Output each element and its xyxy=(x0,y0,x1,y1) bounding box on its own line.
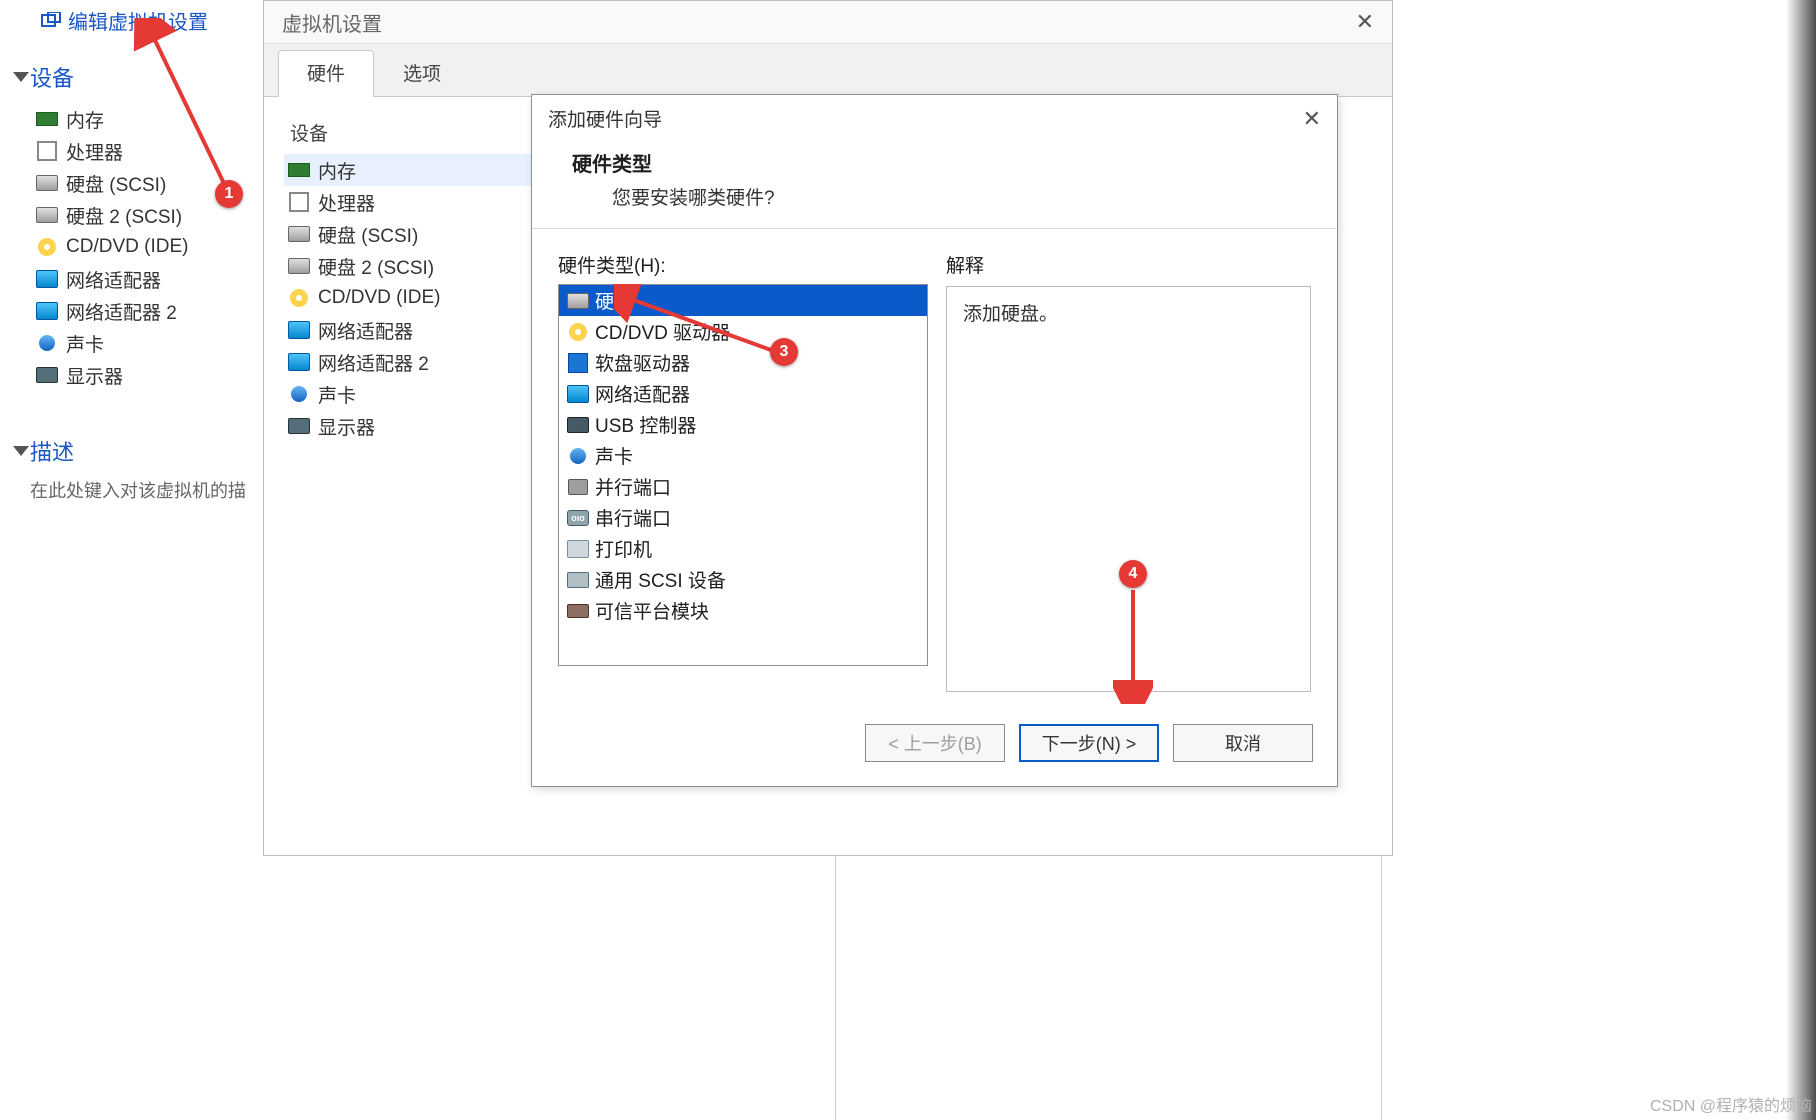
printer-icon xyxy=(567,540,589,558)
hdd-icon xyxy=(36,206,58,224)
display-icon xyxy=(288,417,310,435)
description-placeholder[interactable]: 在此处键入对该虚拟机的描 xyxy=(30,477,262,503)
network-icon xyxy=(288,353,310,371)
device-item-cddvd[interactable]: CD/DVD (IDE) xyxy=(36,231,262,263)
explanation-label: 解释 xyxy=(946,251,1311,278)
right-edge-shadow xyxy=(1786,0,1816,1120)
hdd-icon xyxy=(567,292,589,310)
wizard-titlebar: 添加硬件向导 ✕ xyxy=(532,95,1337,142)
memory-icon xyxy=(288,161,310,179)
tpm-icon xyxy=(567,602,589,620)
network-icon xyxy=(36,270,58,288)
cancel-button[interactable]: 取消 xyxy=(1173,724,1313,762)
floppy-icon xyxy=(567,354,589,372)
watermark-text: CSDN @程序猿的烦恼 xyxy=(1650,1092,1812,1116)
close-icon[interactable]: ✕ xyxy=(1303,106,1321,132)
edit-settings-icon xyxy=(40,12,62,30)
hw-item-sound[interactable]: 声卡 xyxy=(559,440,927,471)
cd-icon xyxy=(288,289,310,307)
vm-settings-titlebar: 虚拟机设置 ✕ xyxy=(264,1,1392,44)
description-section-header[interactable]: 描述 xyxy=(16,435,262,467)
close-icon[interactable]: ✕ xyxy=(1356,9,1374,35)
hw-item-network[interactable]: 网络适配器 xyxy=(559,378,927,409)
device-item-sound[interactable]: 声卡 xyxy=(36,327,262,359)
devices-section-header[interactable]: 设备 xyxy=(16,61,262,93)
edit-vm-settings-link[interactable]: 编辑虚拟机设置 xyxy=(40,6,262,35)
device-item-net2[interactable]: 网络适配器 2 xyxy=(36,295,262,327)
network-icon xyxy=(36,302,58,320)
device-item-cpu[interactable]: 处理器 xyxy=(36,135,262,167)
hw-item-printer[interactable]: 打印机 xyxy=(559,533,927,564)
hw-item-harddisk[interactable]: 硬盘 xyxy=(559,285,927,316)
cpu-icon xyxy=(36,142,58,160)
cpu-icon xyxy=(288,193,310,211)
hw-item-scsi[interactable]: 通用 SCSI 设备 xyxy=(559,564,927,595)
tab-options[interactable]: 选项 xyxy=(374,50,470,96)
device-item-memory[interactable]: 内存 xyxy=(36,103,262,135)
collapse-icon xyxy=(13,72,29,82)
annotation-marker-3: 3 xyxy=(770,338,798,366)
network-icon xyxy=(288,321,310,339)
device-item-net1[interactable]: 网络适配器 xyxy=(36,263,262,295)
hw-item-tpm[interactable]: 可信平台模块 xyxy=(559,595,927,626)
cd-icon xyxy=(36,238,58,256)
hw-item-parallel[interactable]: 并行端口 xyxy=(559,471,927,502)
explanation-box: 添加硬盘。 xyxy=(946,286,1311,692)
tab-hardware[interactable]: 硬件 xyxy=(278,50,374,97)
sound-icon xyxy=(567,447,589,465)
edit-vm-settings-label: 编辑虚拟机设置 xyxy=(68,6,208,35)
hw-item-floppy[interactable]: 软盘驱动器 xyxy=(559,347,927,378)
serial-port-icon: oıo xyxy=(567,509,589,527)
explanation-text: 添加硬盘。 xyxy=(963,304,1058,325)
wizard-button-row: < 上一步(B) 下一步(N) > 取消 xyxy=(532,704,1337,786)
collapse-icon xyxy=(13,446,29,456)
hardware-type-listbox[interactable]: 硬盘 CD/DVD 驱动器 软盘驱动器 网络适配器 USB 控制器 声卡 并行端… xyxy=(558,284,928,666)
hardware-type-label: 硬件类型(H): xyxy=(558,251,928,278)
devices-list: 内存 处理器 硬盘 (SCSI) 硬盘 2 (SCSI) CD/DVD (IDE… xyxy=(36,103,262,391)
annotation-marker-4: 4 xyxy=(1119,560,1147,588)
vm-summary-panel: 编辑虚拟机设置 设备 内存 处理器 硬盘 (SCSI) 硬盘 2 (SCSI) … xyxy=(0,0,262,1120)
annotation-marker-1: 1 xyxy=(215,180,243,208)
hw-item-cddvd[interactable]: CD/DVD 驱动器 xyxy=(559,316,927,347)
back-button: < 上一步(B) xyxy=(865,724,1005,762)
sound-icon xyxy=(36,334,58,352)
hw-item-serial[interactable]: oıo串行端口 xyxy=(559,502,927,533)
wizard-banner-title: 硬件类型 xyxy=(572,148,1297,177)
device-item-display[interactable]: 显示器 xyxy=(36,359,262,391)
next-button[interactable]: 下一步(N) > xyxy=(1019,724,1159,762)
parallel-port-icon xyxy=(567,478,589,496)
sound-icon xyxy=(288,385,310,403)
wizard-banner-subtitle: 您要安装哪类硬件? xyxy=(612,183,1297,210)
usb-icon xyxy=(567,416,589,434)
wizard-banner: 硬件类型 您要安装哪类硬件? xyxy=(532,142,1337,229)
memory-icon xyxy=(36,110,58,128)
settings-tabs: 硬件 选项 xyxy=(264,44,1392,97)
scsi-icon xyxy=(567,571,589,589)
add-hardware-wizard-dialog: 添加硬件向导 ✕ 硬件类型 您要安装哪类硬件? 硬件类型(H): 硬盘 CD/D… xyxy=(531,94,1338,787)
cd-icon xyxy=(567,323,589,341)
hdd-icon xyxy=(288,225,310,243)
hdd-icon xyxy=(288,257,310,275)
display-icon xyxy=(36,366,58,384)
hdd-icon xyxy=(36,174,58,192)
network-icon xyxy=(567,385,589,403)
hw-item-usb[interactable]: USB 控制器 xyxy=(559,409,927,440)
